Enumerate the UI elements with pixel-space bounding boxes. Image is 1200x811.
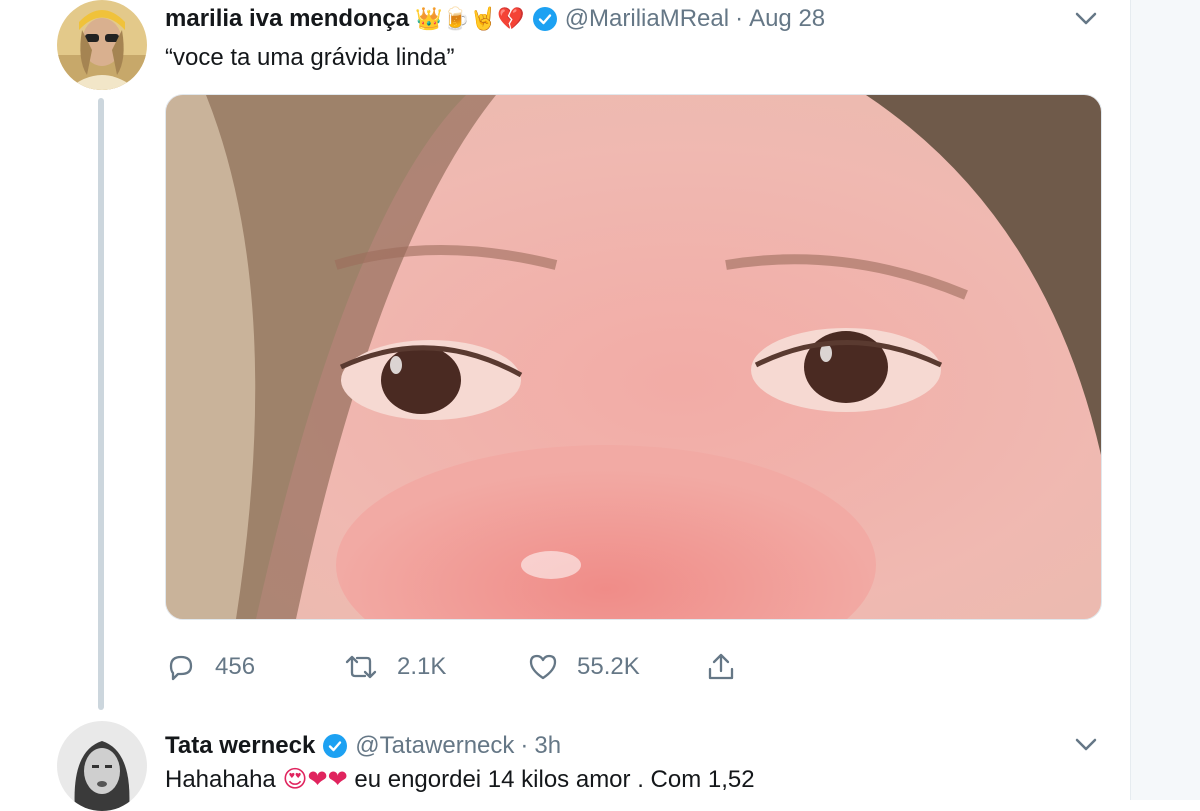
chevron-down-icon[interactable] bbox=[1074, 8, 1098, 28]
display-name[interactable]: marilia iva mendonça bbox=[165, 5, 409, 33]
handle[interactable]: @MariliaMReal bbox=[565, 5, 729, 33]
handle[interactable]: @Tatawerneck bbox=[355, 732, 514, 760]
tweet-actions: 456 2.1K 55.2K bbox=[165, 645, 765, 689]
tweet-emojis: 😍❤❤ bbox=[282, 766, 348, 793]
verified-badge-icon bbox=[532, 7, 557, 31]
avatar[interactable] bbox=[57, 0, 147, 90]
heart-icon bbox=[529, 654, 557, 680]
right-gutter bbox=[1130, 0, 1200, 800]
name-emojis: 👑🍺🤘💔 bbox=[415, 6, 525, 31]
reply-count: 456 bbox=[215, 653, 256, 680]
share-button[interactable] bbox=[705, 645, 755, 689]
tweet-text-start: Hahahaha bbox=[165, 766, 283, 793]
verified-badge-icon bbox=[323, 734, 348, 758]
like-count: 55.2K bbox=[577, 653, 640, 680]
tweet-header: Tata werneck @Tatawerneck · 3h bbox=[165, 729, 561, 763]
display-name[interactable]: Tata werneck bbox=[165, 732, 315, 760]
avatar[interactable] bbox=[57, 721, 147, 811]
tweet-text: Hahahaha 😍❤❤ eu engordei 14 kilos amor .… bbox=[165, 765, 755, 794]
like-button[interactable]: 55.2K bbox=[527, 645, 640, 689]
reply-button[interactable]: 456 bbox=[165, 645, 255, 689]
tweet-header: marilia iva mendonça 👑🍺🤘💔 @MariliaMReal … bbox=[165, 2, 825, 36]
retweet-count: 2.1K bbox=[397, 653, 447, 680]
timestamp[interactable]: Aug 28 bbox=[749, 5, 825, 33]
share-icon bbox=[708, 653, 734, 680]
tweet-text-end: eu engordei 14 kilos amor . Com 1,52 bbox=[347, 766, 755, 793]
separator-dot: · bbox=[735, 5, 744, 32]
retweet-icon bbox=[345, 655, 377, 679]
timestamp[interactable]: 3h bbox=[534, 732, 561, 760]
tweet-text: “voce ta uma grávida linda” bbox=[165, 44, 455, 71]
chevron-down-icon[interactable] bbox=[1074, 734, 1098, 754]
tweet-tata[interactable]: Tata werneck @Tatawerneck · 3h Hahahaha … bbox=[0, 705, 1130, 811]
reply-icon bbox=[169, 655, 193, 681]
tweet-marilia[interactable]: marilia iva mendonça 👑🍺🤘💔 @MariliaMReal … bbox=[0, 0, 1130, 710]
tweet-photo[interactable] bbox=[165, 94, 1102, 620]
thread-line bbox=[98, 98, 104, 710]
retweet-button[interactable]: 2.1K bbox=[343, 645, 446, 689]
separator-dot: · bbox=[520, 732, 529, 759]
